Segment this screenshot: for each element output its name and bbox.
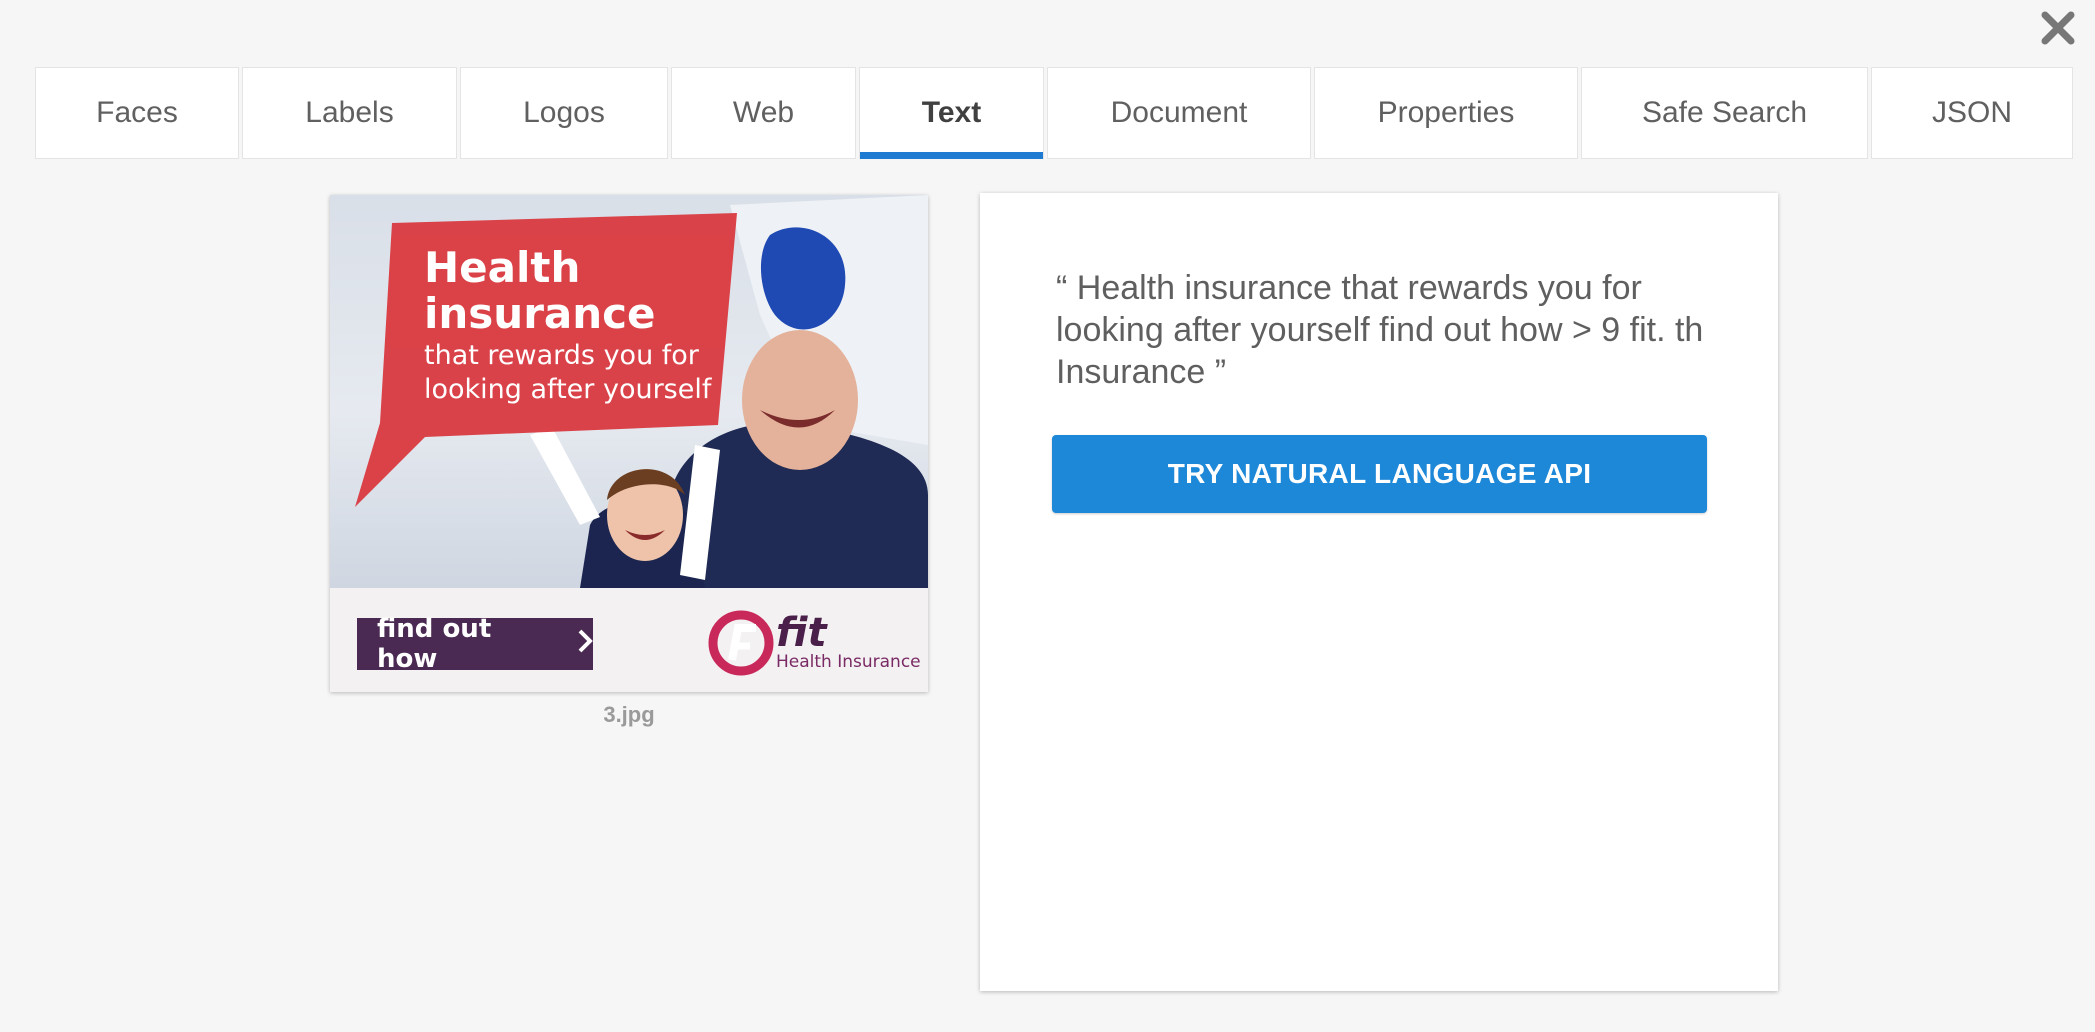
ad-headline: Health insurance <box>424 245 656 337</box>
ad-brand-subtitle: Health Insurance <box>776 652 921 672</box>
text-result-panel: “ Health insurance that rewards you for … <box>980 193 1778 991</box>
ad-cta: find out how <box>357 614 593 674</box>
ad-photo: Health insurance that rewards you for lo… <box>330 195 928 588</box>
ad-cta-label: find out how <box>377 614 492 674</box>
ad-subheadline: that rewards you for looking after yours… <box>424 339 744 407</box>
tab-web[interactable]: Web <box>671 67 856 159</box>
tab-labels[interactable]: Labels <box>242 67 457 159</box>
ad-brand-name: fit <box>776 610 827 656</box>
tab-document[interactable]: Document <box>1047 67 1311 159</box>
tab-text[interactable]: Text <box>859 67 1044 159</box>
close-button[interactable] <box>2036 8 2080 52</box>
ad-headline-line1: Health <box>424 243 581 292</box>
ad-subheadline-line2: looking after yourself <box>424 374 712 405</box>
tab-logos[interactable]: Logos <box>460 67 668 159</box>
tab-bar: Faces Labels Logos Web Text Document Pro… <box>35 67 2073 159</box>
chevron-right-icon <box>577 628 593 661</box>
image-filename: 3.jpg <box>603 702 655 727</box>
tab-properties[interactable]: Properties <box>1314 67 1578 159</box>
tab-json[interactable]: JSON <box>1871 67 2073 159</box>
ad-headline-line2: insurance <box>424 289 656 338</box>
ad-subheadline-line1: that rewards you for <box>424 340 699 371</box>
ad-footer: find out how fit Health Insurance <box>330 588 928 692</box>
analyzed-image: Health insurance that rewards you for lo… <box>330 195 928 692</box>
ad-brand-logo: fit Health Insurance <box>708 608 921 678</box>
try-natural-language-api-button[interactable]: TRY NATURAL LANGUAGE API <box>1052 435 1707 513</box>
tab-safe-search[interactable]: Safe Search <box>1581 67 1868 159</box>
tab-faces[interactable]: Faces <box>35 67 239 159</box>
close-icon <box>2040 10 2076 51</box>
detected-text: “ Health insurance that rewards you for … <box>1056 269 1704 391</box>
brand-logo-icon <box>708 610 774 676</box>
